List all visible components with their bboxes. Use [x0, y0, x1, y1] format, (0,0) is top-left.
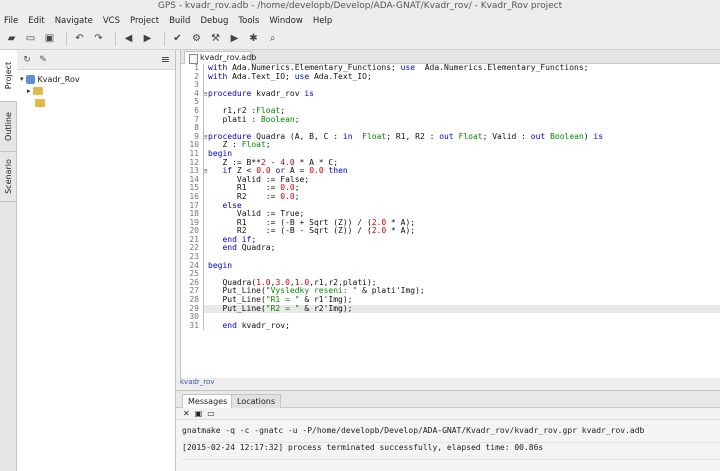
menu-tools[interactable]: Tools	[238, 16, 259, 26]
messages-output: gnatmake -q -c -gnatc -u -P/home/develop…	[176, 420, 720, 471]
toolbar-separator	[164, 31, 165, 46]
check-icon[interactable]: ✔	[170, 31, 185, 46]
project-tree: ▾ Kvadr_Rov ▸	[17, 70, 175, 109]
code-line: with Ada.Text_IO; use Ada.Text_IO;	[203, 72, 720, 82]
tab-messages[interactable]: Messages	[182, 394, 234, 408]
line-number: 31	[189, 320, 199, 330]
redo-icon[interactable]: ↷	[91, 31, 106, 46]
messages-toolbar: ✕ ▣ ▭	[176, 408, 720, 420]
tree-item-root[interactable]: ▾ Kvadr_Rov	[17, 73, 175, 85]
open-icon[interactable]: ▭	[207, 409, 215, 418]
messages-tab-bar: Messages Locations	[176, 391, 720, 408]
menu-help[interactable]: Help	[313, 16, 332, 26]
run-icon[interactable]: ▶	[227, 31, 242, 46]
toolbar-separator	[115, 31, 116, 46]
menu-icon[interactable]: ≡	[161, 53, 170, 66]
build-icon[interactable]: ⚒	[208, 31, 223, 46]
chevron-right-icon: ▸	[27, 87, 31, 95]
code-line: R2 := 0.0;	[203, 192, 720, 202]
clear-icon[interactable]: ✕	[183, 409, 190, 418]
edit-icon[interactable]: ✎	[37, 54, 49, 66]
line-number-gutter: 1234567891011121314151617181920212223242…	[181, 63, 207, 378]
folder-icon	[32, 87, 43, 95]
code-line: end Quadra;	[203, 244, 720, 254]
code-line: end kvadr_rov;	[203, 321, 720, 331]
tree-item-folder[interactable]	[17, 97, 175, 109]
menu-navigate[interactable]: Navigate	[55, 16, 93, 26]
folder-icon	[35, 99, 45, 107]
menu-build[interactable]: Build	[169, 16, 190, 26]
toolbar-separator	[66, 31, 67, 46]
message-line: gnatmake -q -c -gnatc -u -P/home/develop…	[182, 426, 720, 443]
messages-panel: Messages Locations ✕ ▣ ▭ gnatmake -q -c …	[176, 390, 720, 471]
back-icon[interactable]: ◀	[121, 31, 136, 46]
source-editor: kvadr_rov.adb 12345678910111213141516171…	[180, 50, 720, 378]
editor-file-label: kvadr_rov	[180, 378, 215, 386]
tab-project-label: Project	[4, 61, 13, 90]
code-line	[203, 253, 720, 262]
main-toolbar: ▰ ▭ ▣ ↶ ↷ ◀ ▶ ✔ ⚙ ⚒ ▶ ✱ ⌕	[0, 28, 720, 50]
code-line: plati : Boolean;	[203, 115, 720, 125]
undo-icon[interactable]: ↶	[72, 31, 87, 46]
tree-item-folder[interactable]: ▸	[17, 85, 175, 97]
tab-project[interactable]: Project	[0, 50, 17, 102]
compile-icon[interactable]: ⚙	[189, 31, 204, 46]
code-line: begin	[203, 261, 720, 271]
folder-open-icon[interactable]: ▰	[4, 31, 19, 46]
code-area[interactable]: with Ada.Numerics.Elementary_Functions; …	[201, 63, 720, 378]
tab-scenario[interactable]: Scenario	[0, 152, 17, 202]
code-line: Put_Line("R2 = " & r2'Img);	[203, 304, 720, 314]
code-line: end if;	[203, 235, 720, 245]
debug-icon[interactable]: ✱	[246, 31, 261, 46]
tree-item-label: Kvadr_Rov	[37, 74, 80, 84]
tab-outline[interactable]: Outline	[0, 102, 17, 152]
side-tab-strip: Project Outline Scenario	[0, 50, 17, 471]
editor-tab-bar: kvadr_rov.adb	[181, 50, 720, 64]
chevron-down-icon: ▾	[20, 75, 24, 83]
project-panel: ↻ ✎ ≡ ▾ Kvadr_Rov ▸	[17, 50, 176, 471]
project-icon	[25, 74, 35, 84]
tab-locations[interactable]: Locations	[231, 394, 282, 408]
project-toolbar: ↻ ✎ ≡	[17, 50, 175, 70]
menu-debug[interactable]: Debug	[200, 16, 228, 26]
tab-outline-label: Outline	[4, 112, 14, 141]
code-line: Z : Float;	[203, 141, 720, 150]
menu-edit[interactable]: Edit	[28, 16, 44, 26]
code-line: R2 := (-B - Sqrt (Z)) / (2.0 * A);	[203, 226, 720, 236]
tab-scenario-label: Scenario	[4, 159, 13, 194]
search-icon[interactable]: ⌕	[265, 31, 280, 46]
forward-icon[interactable]: ▶	[140, 31, 155, 46]
code-line: procedure Quadra (A, B, C : in Float; R1…	[203, 132, 720, 142]
folder-icon[interactable]: ▭	[23, 31, 38, 46]
menu-window[interactable]: Window	[269, 16, 303, 26]
menu-bar: File Edit Navigate VCS Project Build Debug Tool…	[0, 13, 720, 28]
save-icon[interactable]: ▣	[42, 31, 57, 46]
window-title: GPS - kvadr_rov.adb - /home/developb/Dev…	[0, 0, 720, 13]
menu-vcs[interactable]: VCS	[103, 16, 120, 26]
code-line: procedure kvadr_rov is	[203, 89, 720, 99]
reload-icon[interactable]: ↻	[21, 54, 33, 66]
menu-project[interactable]: Project	[130, 16, 159, 26]
menu-file[interactable]: File	[4, 16, 18, 26]
message-line: [2015-02-24 12:17:32] process terminated…	[182, 443, 720, 460]
save-icon[interactable]: ▣	[195, 409, 203, 418]
